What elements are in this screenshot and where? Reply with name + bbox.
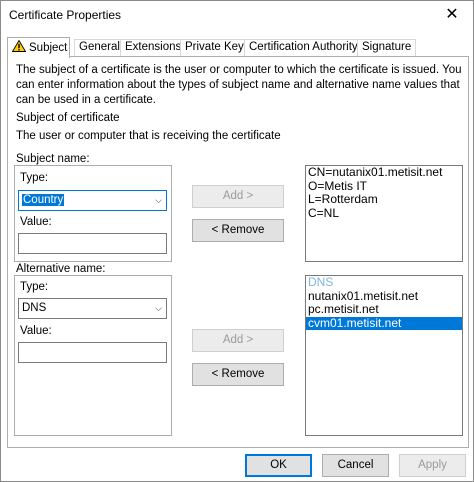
subject-add-button[interactable]: Add > [192, 185, 284, 208]
tab-general[interactable]: General [74, 39, 125, 57]
subject-description: The subject of a certificate is the user… [16, 63, 464, 108]
list-item-selected[interactable]: cvm01.metisit.net [306, 316, 462, 330]
tab-label: Private Key [185, 41, 244, 53]
alternative-add-button[interactable]: Add > [192, 329, 284, 352]
subject-name-label: Subject name: [16, 153, 90, 165]
section-title: Subject of certificate [16, 112, 120, 124]
chevron-down-icon: ⌵ [155, 303, 162, 313]
warning-icon [12, 40, 26, 52]
list-item[interactable]: L=Rotterdam [306, 192, 462, 207]
subject-value-label: Value: [20, 216, 52, 228]
list-item[interactable]: CN=nutanix01.metisit.net [306, 165, 462, 180]
list-item[interactable]: pc.metisit.net [306, 302, 462, 317]
tab-strip: Subject General Extensions Private Key C… [7, 37, 467, 58]
subject-remove-button[interactable]: < Remove [192, 219, 284, 242]
tab-private-key[interactable]: Private Key [180, 39, 249, 57]
cancel-button[interactable]: Cancel [322, 454, 389, 477]
subject-value-input[interactable] [18, 233, 167, 254]
subject-tab-panel: The subject of a certificate is the user… [7, 56, 469, 448]
subject-type-select[interactable]: Country ⌵ [18, 190, 167, 211]
tab-label: Subject [29, 42, 68, 54]
alternative-type-select[interactable]: DNS ⌵ [18, 298, 167, 319]
list-item[interactable]: nutanix01.metisit.net [306, 289, 462, 304]
apply-button[interactable]: Apply [399, 454, 466, 477]
tab-certification-authority[interactable]: Certification Authority [244, 39, 363, 57]
alternative-remove-button[interactable]: < Remove [192, 363, 284, 386]
description-line: The subject of a certificate is the user… [16, 64, 462, 76]
alternative-type-value: DNS [22, 302, 47, 314]
alternative-name-label: Alternative name: [16, 263, 106, 275]
subject-type-label: Type: [20, 172, 49, 184]
description-line: can enter information about the types of… [16, 79, 460, 91]
window-title: Certificate Properties [9, 8, 122, 22]
tab-extensions[interactable]: Extensions [120, 39, 187, 57]
chevron-down-icon: ⌵ [155, 195, 162, 205]
alternative-type-label: Type: [20, 281, 49, 293]
description-line: can be used in a certificate. [16, 94, 156, 106]
subject-entries-list[interactable]: CN=nutanix01.metisit.net O=Metis IT L=Ro… [305, 165, 463, 262]
alternative-entries-list[interactable]: DNS nutanix01.metisit.net pc.metisit.net… [305, 275, 463, 436]
subject-type-value: Country [22, 194, 65, 206]
list-item[interactable]: C=NL [306, 206, 462, 221]
title-bar: Certificate Properties ✕ [1, 1, 473, 32]
list-group-header: DNS [308, 275, 334, 289]
alternative-value-label: Value: [20, 325, 52, 337]
tab-subject[interactable]: Subject [7, 37, 70, 58]
ok-button[interactable]: OK [245, 454, 312, 477]
section-subtitle: The user or computer that is receiving t… [16, 130, 281, 142]
tab-signature[interactable]: Signature [357, 39, 417, 57]
tab-label: General [79, 41, 120, 53]
alternative-value-input[interactable] [18, 342, 167, 363]
close-button[interactable]: ✕ [437, 4, 467, 28]
tab-label: Signature [362, 41, 412, 53]
certificate-properties-dialog: Certificate Properties ✕ Subject General… [0, 0, 474, 482]
tab-label: Extensions [125, 41, 182, 53]
tab-label: Certification Authority [249, 41, 358, 53]
list-item[interactable]: O=Metis IT [306, 179, 462, 194]
